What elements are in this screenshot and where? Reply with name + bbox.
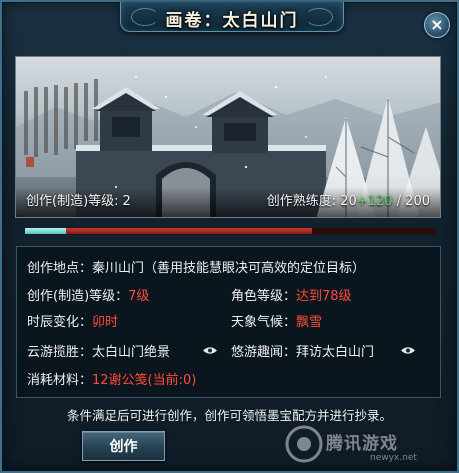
proficiency-separator: / <box>396 194 402 209</box>
cloud-tour-value: 太白山门绝景 <box>92 345 171 360</box>
craft-level-value: 2 <box>122 194 131 209</box>
proficiency-display: 创作熟练度: 20+120 / 200 <box>267 190 430 209</box>
proficiency-current-fill <box>25 228 66 234</box>
proficiency-max: 200 <box>405 194 430 209</box>
painting-preview: 创作(制造)等级: 2 创作熟练度: 20+120 / 200 <box>15 56 441 218</box>
leisure-eye-icon[interactable] <box>401 346 415 355</box>
create-button[interactable]: 创作 <box>82 431 165 461</box>
watermark-logo-icon <box>285 425 323 463</box>
craft-level-label: 创作(制造)等级: <box>26 194 119 209</box>
material-label: 消耗材料： <box>27 373 93 388</box>
location-label: 创作地点： <box>27 261 93 276</box>
requirements-panel: 创作地点：秦川山门（善用技能慧眼决可高效的定位目标） 创作(制造)等级：7级 角… <box>16 246 441 398</box>
cloud-tour-row: 云游揽胜：太白山门绝景 <box>27 341 170 360</box>
time-row: 时辰变化：卯时 <box>27 311 118 330</box>
role-level-value: 达到78级 <box>296 289 352 304</box>
leisure-label: 悠游趣闻： <box>231 345 297 360</box>
time-value: 卯时 <box>92 315 119 330</box>
cloud-tour-label: 云游揽胜： <box>27 345 93 360</box>
close-button[interactable]: × <box>424 12 450 38</box>
weather-label: 天象气候： <box>231 315 297 330</box>
location-value: 秦川山门（善用技能慧眼决可高效的定位目标） <box>92 261 366 276</box>
craft-level-req-label: 创作(制造)等级： <box>27 289 129 304</box>
role-level-row: 角色等级：达到78级 <box>231 285 352 304</box>
weather-row: 天象气候：飘雪 <box>231 311 322 330</box>
painting-scroll-window: 画卷：太白山门 × 创作(制造)等级: 2 创作熟练度: 20+120 / 20… <box>0 0 459 473</box>
weather-value: 飘雪 <box>296 315 323 330</box>
leisure-row: 悠游趣闻：拜访太白山门 <box>231 341 374 360</box>
title-banner: 画卷：太白山门 <box>120 2 344 32</box>
proficiency-progress-bar <box>24 227 436 235</box>
proficiency-bonus-fill <box>25 228 312 234</box>
leisure-value: 拜访太白山门 <box>296 345 375 360</box>
craft-level-display: 创作(制造)等级: 2 <box>26 190 131 209</box>
watermark: 腾讯游戏 newyx.net <box>284 422 454 470</box>
material-row: 消耗材料：12谢公笺(当前:0) <box>27 369 196 388</box>
location-row: 创作地点：秦川山门（善用技能慧眼决可高效的定位目标） <box>27 257 365 276</box>
proficiency-current: 20 <box>340 194 357 209</box>
proficiency-label: 创作熟练度: <box>266 194 337 209</box>
proficiency-bonus: +120 <box>356 194 393 209</box>
craft-level-row: 创作(制造)等级：7级 <box>27 285 149 304</box>
craft-level-req-value: 7级 <box>128 289 150 304</box>
cloud-tour-eye-icon[interactable] <box>203 346 217 355</box>
watermark-sub: newyx.net <box>370 453 417 463</box>
material-value: 12谢公笺(当前:0) <box>92 373 197 388</box>
time-label: 时辰变化： <box>27 315 93 330</box>
watermark-text: 腾讯游戏 <box>326 434 398 454</box>
role-level-label: 角色等级： <box>231 289 297 304</box>
close-icon: × <box>430 15 444 34</box>
window-title: 画卷：太白山门 <box>165 11 299 31</box>
